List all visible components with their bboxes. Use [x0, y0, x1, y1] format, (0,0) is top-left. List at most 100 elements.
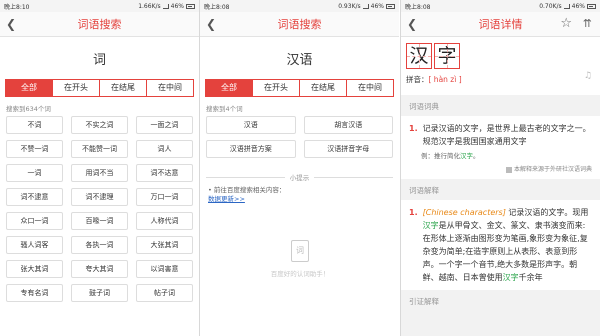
definition-body: [Chinese characters] 记录汉语的文字。现用汉字是从甲骨文、金…: [423, 206, 592, 284]
section-title-dictionary: 词语词典: [409, 102, 439, 111]
search-query: 汉语: [286, 53, 313, 68]
word-chip[interactable]: 鼓子词: [71, 284, 128, 302]
word-chip[interactable]: 帖子词: [136, 284, 193, 302]
battery-icon: [186, 3, 195, 9]
divider-line: [206, 176, 285, 178]
word-chip[interactable]: 众口一词: [6, 212, 63, 230]
word-chip[interactable]: 胡言汉语: [303, 116, 393, 134]
title-bar: ❮ 词语搜索: [0, 12, 199, 37]
filter-tabs: 全部 在开头 在结尾 在中间: [5, 79, 194, 97]
battery-level: 46%: [571, 2, 585, 10]
word-chip[interactable]: 大张其词: [136, 236, 193, 254]
title-bar: ❮ 词语详情 ☆ ⇈: [401, 12, 600, 37]
word-chip[interactable]: 汉语拼音方案: [206, 140, 296, 158]
section-title-citation: 引证解释: [409, 297, 439, 306]
page-title: 词语搜索: [77, 18, 122, 31]
battery-level: 46%: [370, 2, 384, 10]
empty-text: 百度好的认词助手！: [270, 270, 330, 278]
word-chip[interactable]: 以词害意: [136, 260, 193, 278]
section-title-explanation: 词语解释: [409, 186, 439, 195]
example-word: 汉字: [460, 152, 473, 160]
dictionary-card: 1. 记录汉语的文字，是世界上最古老的文字之一。规范汉字是我国国家通用文字 例：…: [401, 116, 600, 179]
example-line: 例：推行简化汉字。: [421, 150, 592, 160]
word-chip[interactable]: 不能赞一词: [71, 140, 128, 158]
source-note: 本解释来源于外研社汉语词典: [409, 164, 592, 173]
example-label: 例：推行简化: [421, 152, 460, 160]
word-chip[interactable]: 人称代词: [136, 212, 193, 230]
word-chip[interactable]: 骚人词客: [6, 236, 63, 254]
back-arrow-icon[interactable]: ❮: [206, 18, 216, 30]
highlight-word: 汉字: [502, 273, 519, 282]
source-text: 本解释来源于外研社汉语词典: [513, 166, 592, 173]
word-chip[interactable]: 词不达意: [136, 164, 193, 182]
book-icon: [505, 166, 512, 173]
page-title: 词语搜索: [277, 18, 322, 31]
tab-all[interactable]: 全部: [6, 80, 52, 96]
character-box: 汉: [406, 43, 432, 69]
example-end: 。: [473, 152, 480, 160]
star-icon[interactable]: ☆: [560, 17, 572, 30]
word-chip[interactable]: 一词: [6, 164, 63, 182]
divider-line: [314, 176, 393, 178]
word-chip[interactable]: 汉语拼音字母: [303, 140, 393, 158]
pinyin-line: 拼音：[ hàn zì ]: [406, 74, 594, 85]
definition-part: 千余年: [518, 273, 543, 282]
definition-number: 1.: [409, 208, 418, 217]
word-chip[interactable]: 万口一词: [136, 188, 193, 206]
word-chip[interactable]: 专有名词: [6, 284, 63, 302]
screen-word-detail: 晚上8:08 0.70K/s 46% ❮ 词语详情 ☆ ⇈ 汉 字 拼音：[ h…: [401, 0, 600, 336]
definition: 1. 记录汉语的文字，是世界上最古老的文字之一。规范汉字是我国国家通用文字: [409, 122, 592, 148]
result-count: 搜索到634个词: [6, 105, 51, 113]
word-chip[interactable]: 不实之词: [71, 116, 128, 134]
highlight-word: 汉字: [422, 221, 439, 230]
share-icon[interactable]: ⇈: [583, 17, 592, 30]
tip-link[interactable]: 数据更新>>: [208, 195, 245, 203]
word-chip[interactable]: 不赞一词: [6, 140, 63, 158]
word-chip[interactable]: 一面之词: [136, 116, 193, 134]
back-arrow-icon[interactable]: ❮: [407, 18, 417, 30]
tab-all[interactable]: 全部: [206, 80, 252, 96]
word-chip[interactable]: 张大其词: [6, 260, 63, 278]
tab-in-middle[interactable]: 在中间: [346, 80, 393, 96]
back-arrow-icon[interactable]: ❮: [6, 18, 16, 30]
signal-icon: [563, 3, 570, 9]
tab-at-end[interactable]: 在结尾: [299, 80, 346, 96]
battery-icon: [587, 3, 596, 9]
screen-word-search-2: 晚上8:08 0.93K/s 46% ❮ 词语搜索 汉语 全部 在开头 在结尾 …: [200, 0, 399, 336]
pinyin-label: 拼音：: [406, 75, 429, 84]
filter-tabs: 全部 在开头 在结尾 在中间: [205, 79, 394, 97]
title-bar: ❮ 词语搜索: [200, 12, 399, 37]
tip-body: • 前往百度搜索相关内容： 数据更新>>: [208, 186, 391, 204]
speaker-icon[interactable]: ♫: [584, 71, 592, 81]
word-chip[interactable]: 夸大其词: [71, 260, 128, 278]
empty-state: 词 百度好的认词助手！: [240, 240, 360, 278]
word-chip[interactable]: 汉语: [206, 116, 296, 134]
tip-divider: 小提示: [206, 172, 393, 182]
definition-text: 记录汉语的文字，是世界上最古老的文字之一。规范汉字是我国国家通用文字: [422, 124, 591, 146]
pinyin-value: [ hàn zì ]: [428, 75, 462, 84]
word-chip[interactable]: 百喙一词: [71, 212, 128, 230]
word-chip[interactable]: 词不逮理: [71, 188, 128, 206]
signal-icon: [362, 3, 369, 9]
tip-text-label: 前往百度搜索相关内容：: [213, 186, 286, 194]
tab-at-end[interactable]: 在结尾: [99, 80, 146, 96]
definition-part: 记录汉语的文字。现用: [505, 208, 589, 217]
tab-at-start[interactable]: 在开头: [52, 80, 99, 96]
tab-in-middle[interactable]: 在中间: [146, 80, 193, 96]
english-term: [Chinese characters]: [422, 208, 506, 217]
status-time: 晚上8:10: [4, 3, 30, 11]
status-time: 晚上8:08: [204, 3, 230, 11]
status-bar: 晚上8:08 0.93K/s 46%: [200, 0, 399, 12]
word-grid: 不词 不实之词 一面之词 不赞一词 不能赞一词 词人 一词 用词不当 词不达意 …: [6, 116, 193, 302]
word-chip[interactable]: 词人: [136, 140, 193, 158]
word-chip[interactable]: 各执一词: [71, 236, 128, 254]
page-title: 词语详情: [478, 18, 523, 31]
tab-at-start[interactable]: 在开头: [252, 80, 299, 96]
word-chip[interactable]: 词不逮意: [6, 188, 63, 206]
explanation-card: 1. [Chinese characters] 记录汉语的文字。现用汉字是从甲骨…: [401, 200, 600, 290]
word-chip[interactable]: 用词不当: [71, 164, 128, 182]
status-bar: 晚上8:08 0.70K/s 46%: [401, 0, 600, 12]
word-chip[interactable]: 不词: [6, 116, 63, 134]
network-speed: 1.66K/s: [138, 2, 161, 10]
network-speed: 0.70K/s: [539, 2, 562, 10]
